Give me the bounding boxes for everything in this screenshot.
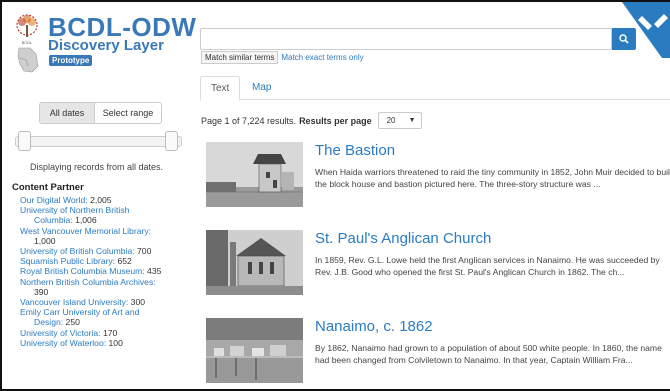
tab-text[interactable]: Text	[200, 76, 241, 101]
match-options: Match similar terms Match exact terms onl…	[201, 51, 364, 64]
partner-item[interactable]: Northern British Columbia Archives: 390	[20, 277, 195, 297]
partner-item[interactable]: University of British Columbia: 700	[20, 246, 195, 256]
view-tabs: Text Map	[200, 76, 670, 101]
all-dates-button[interactable]: All dates	[40, 103, 95, 123]
select-range-button[interactable]: Select range	[95, 103, 161, 123]
partner-name[interactable]: Vancouver Island University	[20, 297, 126, 307]
partner-name[interactable]: Royal British Columbia Museum	[20, 266, 142, 276]
result-title-link[interactable]: St. Paul's Anglican Church	[315, 230, 491, 248]
partner-count: 700	[137, 246, 152, 257]
partner-name[interactable]: University of Victoria	[20, 328, 98, 338]
result-title-link[interactable]: The Bastion	[315, 142, 395, 160]
partner-name[interactable]: University of British Columbia	[20, 246, 132, 256]
partner-count: 435	[147, 266, 162, 277]
results-per-page-label: Results per page	[299, 115, 372, 126]
partner-name[interactable]: University of Northern British	[20, 205, 129, 215]
partner-item[interactable]: University of Northern British Columbia: …	[20, 205, 195, 225]
partner-count: 100	[108, 337, 123, 348]
result-title-link[interactable]: Nanaimo, c. 1862	[315, 318, 433, 336]
tree-logo-icon: BCDL	[16, 14, 38, 45]
partner-name[interactable]: Northern British Columbia Archives	[20, 277, 153, 287]
date-filter-toggle: All dates Select range	[39, 102, 162, 124]
match-exact-link[interactable]: Match exact terms only	[281, 53, 363, 62]
result-item: St. Paul's Anglican Church In 1859, Rev.…	[206, 230, 670, 300]
date-slider-start-handle[interactable]	[18, 131, 31, 151]
content-partner-heading: Content Partner	[12, 182, 84, 193]
tab-map[interactable]: Map	[242, 76, 281, 101]
app-subtitle: Discovery Layer	[48, 37, 164, 54]
partner-item[interactable]: Emily Carr University of Art and Design: …	[20, 307, 195, 327]
partner-item[interactable]: Royal British Columbia Museum: 435	[20, 266, 195, 276]
partner-count: 652	[117, 256, 132, 267]
displaying-text: Displaying records from all dates.	[30, 162, 164, 172]
results-bar: Page 1 of 7,224 results. Results per pag…	[201, 112, 422, 129]
result-thumbnail[interactable]	[206, 230, 303, 295]
bc-map-icon	[17, 47, 39, 73]
partner-count: 1,006	[75, 215, 97, 226]
partner-name[interactable]: University of Waterloo	[20, 338, 104, 348]
partner-name[interactable]: West Vancouver Memorial Library	[20, 226, 149, 236]
partner-count: 250	[65, 317, 80, 328]
page-summary: Page 1 of 7,224 results.	[201, 115, 297, 126]
partner-item[interactable]: Vancouver Island University: 300	[20, 297, 195, 307]
partner-count: 390	[34, 286, 49, 297]
date-slider-end-handle[interactable]	[165, 131, 178, 151]
result-description: By 1862, Nanaimo had grown to a populati…	[315, 343, 662, 365]
partner-item[interactable]: University of Victoria: 170	[20, 328, 195, 338]
partner-name[interactable]: Squamish Public Library	[20, 256, 113, 266]
date-slider-track[interactable]	[15, 136, 182, 147]
partner-name-cont[interactable]: Columbia	[34, 215, 70, 225]
result-thumbnail[interactable]	[206, 318, 303, 383]
partner-count: 2,005	[90, 195, 112, 205]
result-thumbnail[interactable]	[206, 142, 303, 207]
chevron-down-icon: ▼	[408, 117, 416, 124]
results-per-page-value: 20	[386, 116, 396, 125]
partner-item[interactable]: University of Waterloo: 100	[20, 338, 195, 348]
partner-item[interactable]: Squamish Public Library: 652	[20, 256, 195, 266]
search-input[interactable]	[200, 28, 612, 50]
partner-item[interactable]: West Vancouver Memorial Library: 1,000	[20, 226, 195, 246]
app-window: BCDL BCDL-ODW Discovery Layer Prototype …	[0, 0, 670, 391]
result-item: Nanaimo, c. 1862 By 1862, Nanaimo had gr…	[206, 318, 670, 388]
partner-count: 1,000	[34, 235, 56, 246]
result-item: The Bastion When Haida warriors threaten…	[206, 142, 670, 212]
results-per-page-select[interactable]: 20 ▼	[377, 112, 422, 129]
partner-item[interactable]: Our Digital World: 2,005	[20, 195, 195, 205]
partner-name-cont[interactable]: Design	[34, 317, 61, 327]
content-partner-list: Our Digital World: 2,005 University of N…	[20, 195, 195, 348]
result-description: When Haida warriors threatened to raid t…	[315, 167, 670, 189]
corner-badge-icon[interactable]	[622, 2, 670, 58]
partner-name[interactable]: Emily Carr University of Art and	[20, 307, 139, 317]
result-description: In 1859, Rev. G.L. Lowe held the first A…	[315, 255, 660, 277]
partner-count: 300	[130, 297, 146, 308]
partner-name[interactable]: Our Digital World	[20, 195, 85, 205]
match-similar-button[interactable]: Match similar terms	[201, 51, 279, 64]
prototype-badge: Prototype	[49, 55, 93, 66]
svg-text:BCDL: BCDL	[22, 40, 33, 45]
partner-count: 170	[102, 327, 118, 338]
